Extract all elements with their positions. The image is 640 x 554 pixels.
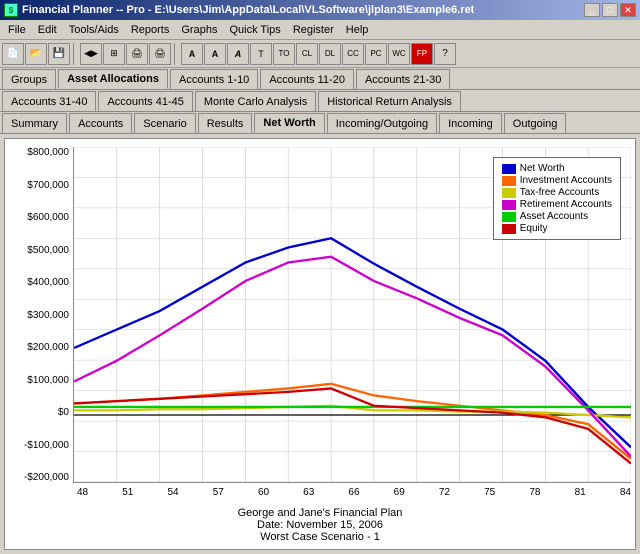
- tool9[interactable]: TO: [273, 43, 295, 65]
- x-axis: 48 51 54 57 60 63 66 69 72 75 78 81 84: [5, 487, 635, 503]
- tool8[interactable]: T: [250, 43, 272, 65]
- menu-file[interactable]: File: [2, 22, 32, 38]
- tab-monte-carlo[interactable]: Monte Carlo Analysis: [195, 91, 316, 111]
- save-button[interactable]: 💾: [48, 43, 70, 65]
- menu-graphs[interactable]: Graphs: [175, 22, 223, 38]
- tab-accounts-31-40[interactable]: Accounts 31-40: [2, 91, 96, 111]
- tab-asset-allocations[interactable]: Asset Allocations: [58, 69, 168, 89]
- chart-title-line1: George and Jane's Financial Plan: [5, 507, 635, 519]
- legend-color-net-worth: [502, 164, 516, 174]
- menu-tools[interactable]: Tools/Aids: [63, 22, 125, 38]
- tab-accounts-11-20[interactable]: Accounts 11-20: [260, 69, 354, 89]
- legend-net-worth: Net Worth: [502, 163, 612, 174]
- legend-retirement: Retirement Accounts: [502, 199, 612, 210]
- minimize-button[interactable]: _: [584, 3, 600, 17]
- tab-row-3: Summary Accounts Scenario Results Net Wo…: [0, 112, 640, 134]
- tool10[interactable]: CL: [296, 43, 318, 65]
- tab-groups[interactable]: Groups: [2, 69, 56, 89]
- tool15[interactable]: FP: [411, 43, 433, 65]
- tool7[interactable]: A: [227, 43, 249, 65]
- tab-row-1: Groups Asset Allocations Accounts 1-10 A…: [0, 68, 640, 90]
- legend-taxfree: Tax-free Accounts: [502, 187, 612, 198]
- tab-scenario[interactable]: Scenario: [134, 113, 195, 133]
- toolbar: 📄 📂 💾 ◀▶ ⊞ 🖨 🖨 A A A T TO CL DL CC PC WC…: [0, 40, 640, 68]
- legend-color-asset: [502, 212, 516, 222]
- tool12[interactable]: CC: [342, 43, 364, 65]
- chart-legend: Net Worth Investment Accounts Tax-free A…: [493, 157, 621, 240]
- toolbar-sep2: [174, 43, 178, 65]
- tab-outgoing[interactable]: Outgoing: [504, 113, 567, 133]
- toolbar-sep1: [73, 43, 77, 65]
- tool16[interactable]: ?: [434, 43, 456, 65]
- chart-footer: George and Jane's Financial Plan Date: N…: [5, 503, 635, 549]
- menu-quicktips[interactable]: Quick Tips: [223, 22, 286, 38]
- tool14[interactable]: WC: [388, 43, 410, 65]
- tool13[interactable]: PC: [365, 43, 387, 65]
- legend-investment: Investment Accounts: [502, 175, 612, 186]
- tab-summary[interactable]: Summary: [2, 113, 67, 133]
- tool2[interactable]: ⊞: [103, 43, 125, 65]
- chart-title-line3: Worst Case Scenario - 1: [5, 531, 635, 543]
- open-button[interactable]: 📂: [25, 43, 47, 65]
- menu-bar: File Edit Tools/Aids Reports Graphs Quic…: [0, 20, 640, 40]
- chart-container: $800,000 $700,000 $600,000 $500,000 $400…: [4, 138, 636, 550]
- tool6[interactable]: A: [204, 43, 226, 65]
- y-axis: $800,000 $700,000 $600,000 $500,000 $400…: [9, 147, 73, 483]
- tab-incoming-outgoing[interactable]: Incoming/Outgoing: [327, 113, 437, 133]
- menu-edit[interactable]: Edit: [32, 22, 63, 38]
- tab-accounts-21-30[interactable]: Accounts 21-30: [356, 69, 450, 89]
- title-bar: $ Financial Planner -- Pro - E:\Users\Ji…: [0, 0, 640, 20]
- tool11[interactable]: DL: [319, 43, 341, 65]
- tab-net-worth[interactable]: Net Worth: [254, 113, 324, 133]
- tool5[interactable]: A: [181, 43, 203, 65]
- menu-help[interactable]: Help: [340, 22, 375, 38]
- tab-accounts-1-10[interactable]: Accounts 1-10: [170, 69, 258, 89]
- legend-color-taxfree: [502, 188, 516, 198]
- tool4[interactable]: 🖨: [149, 43, 171, 65]
- tool1[interactable]: ◀▶: [80, 43, 102, 65]
- tab-results[interactable]: Results: [198, 113, 253, 133]
- tab-incoming[interactable]: Incoming: [439, 113, 502, 133]
- legend-asset: Asset Accounts: [502, 211, 612, 222]
- legend-color-equity: [502, 224, 516, 234]
- maximize-button[interactable]: □: [602, 3, 618, 17]
- tab-accounts-41-45[interactable]: Accounts 41-45: [98, 91, 192, 111]
- menu-register[interactable]: Register: [287, 22, 340, 38]
- tool3[interactable]: 🖨: [126, 43, 148, 65]
- menu-reports[interactable]: Reports: [125, 22, 176, 38]
- legend-equity: Equity: [502, 223, 612, 234]
- app-icon: $: [4, 3, 18, 17]
- chart-title-line2: Date: November 15, 2006: [5, 519, 635, 531]
- legend-color-investment: [502, 176, 516, 186]
- tab-row-2: Accounts 31-40 Accounts 41-45 Monte Carl…: [0, 90, 640, 112]
- new-button[interactable]: 📄: [2, 43, 24, 65]
- close-button[interactable]: ✕: [620, 3, 636, 17]
- tab-historical-return[interactable]: Historical Return Analysis: [318, 91, 461, 111]
- window-title: Financial Planner -- Pro - E:\Users\Jim\…: [22, 4, 474, 16]
- tab-accounts[interactable]: Accounts: [69, 113, 132, 133]
- legend-color-retirement: [502, 200, 516, 210]
- window-controls[interactable]: _ □ ✕: [584, 3, 636, 17]
